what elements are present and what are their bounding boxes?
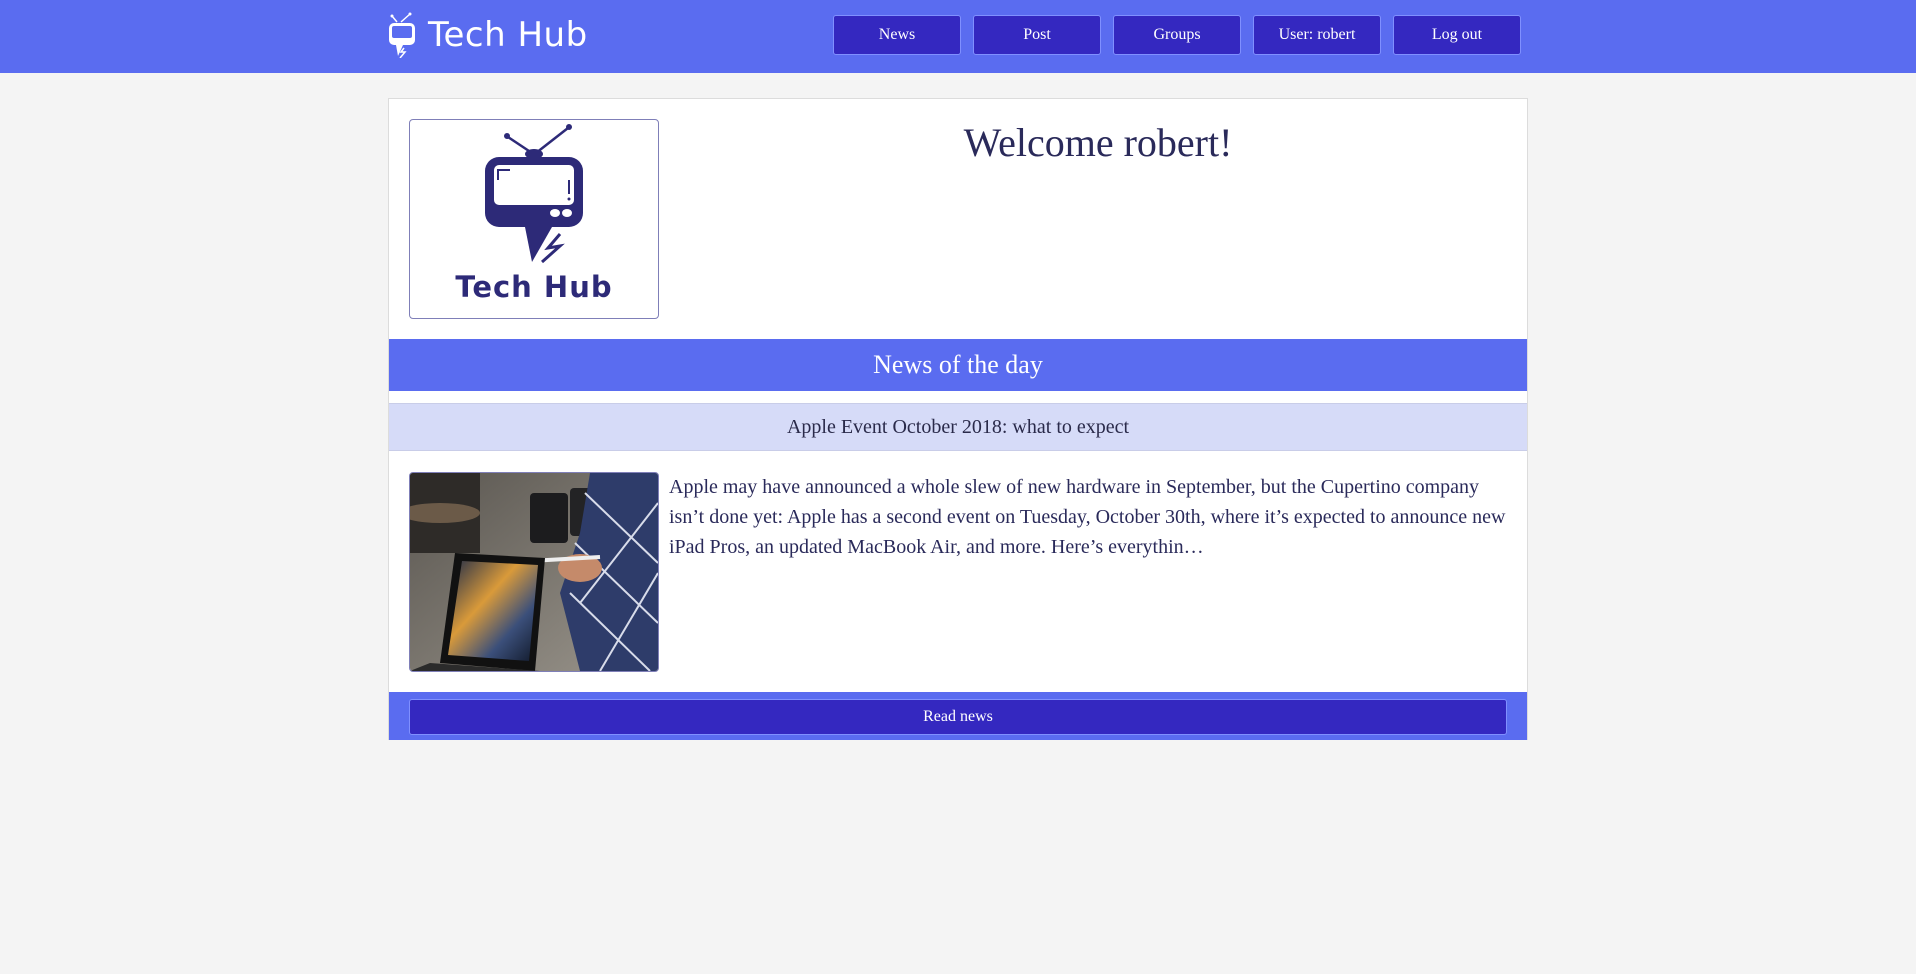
nav-user-button[interactable]: User: robert	[1253, 15, 1381, 55]
tv-speech-bubble-icon	[389, 12, 415, 58]
main-card: Tech Hub Welcome robert! News of the day…	[388, 98, 1528, 740]
article-summary: Apple may have announced a whole slew of…	[669, 476, 1506, 558]
ipad-photo-illustration	[410, 473, 658, 671]
brand-link[interactable]: Tech Hub	[388, 12, 588, 58]
article-title: Apple Event October 2018: what to expect	[389, 403, 1527, 451]
nav-groups-button[interactable]: Groups	[1113, 15, 1241, 55]
logo-caption: Tech Hub	[455, 270, 613, 304]
welcome-heading: Welcome robert!	[963, 120, 1233, 165]
nav-news-button[interactable]: News	[833, 15, 961, 55]
tech-hub-logo: Tech Hub	[409, 119, 659, 319]
brand-name: Tech Hub	[428, 15, 588, 55]
nav-post-button[interactable]: Post	[973, 15, 1101, 55]
read-news-bar: Read news	[389, 692, 1527, 740]
top-navbar: Tech Hub News Post Groups User: robert L…	[0, 0, 1916, 73]
nav-logout-button[interactable]: Log out	[1393, 15, 1521, 55]
news-of-the-day-heading: News of the day	[389, 339, 1527, 391]
article-image	[409, 472, 659, 672]
read-news-button[interactable]: Read news	[409, 699, 1507, 735]
